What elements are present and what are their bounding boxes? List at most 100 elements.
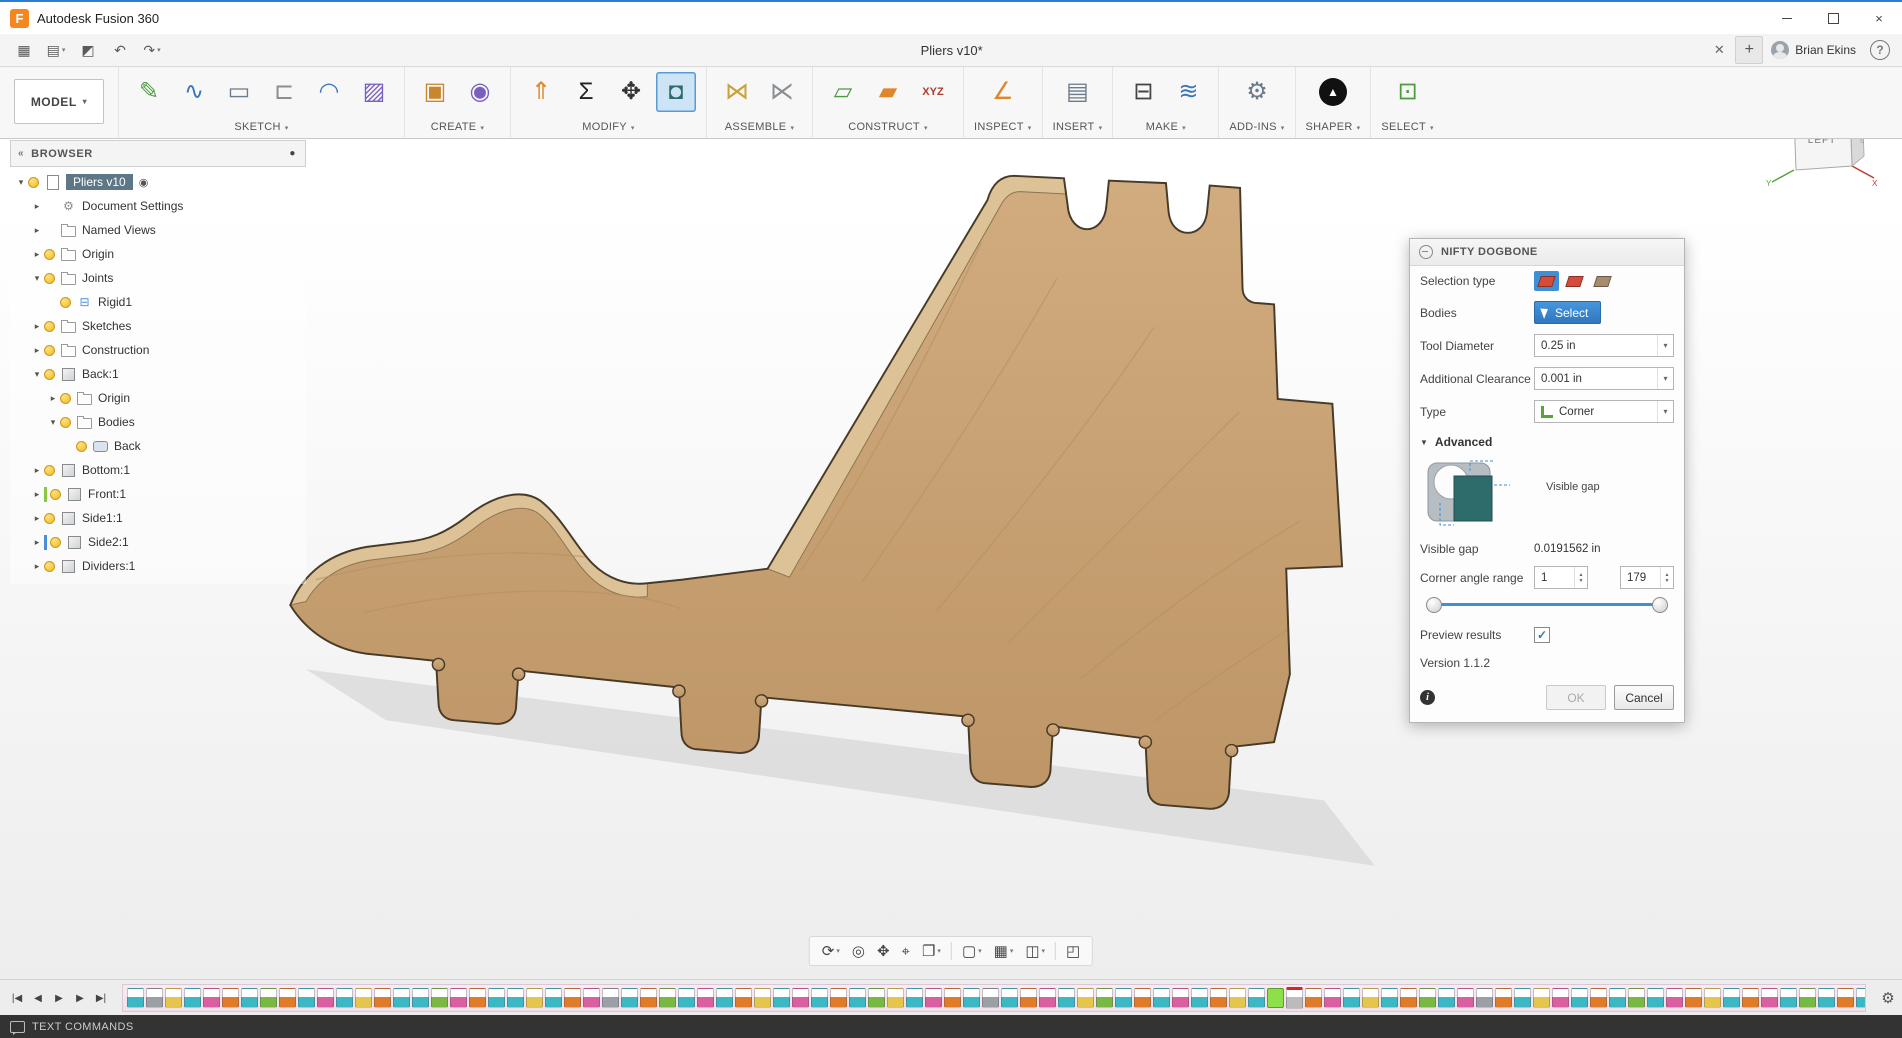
tree-item-origin[interactable]: ▸ Origin — [10, 242, 306, 266]
tree-item-bodies[interactable]: ▾ Bodies — [10, 410, 306, 434]
skip-to-start-button[interactable]: |◀ — [8, 988, 26, 1008]
timeline-feature-icon[interactable] — [1286, 987, 1303, 1009]
tree-item-label[interactable]: Rigid1 — [98, 295, 132, 309]
timeline-settings-gear-icon[interactable]: ⚙ — [1874, 989, 1902, 1007]
tree-expand-arrow-icon[interactable]: ▸ — [46, 393, 60, 404]
selection-type-face-icon[interactable] — [1534, 271, 1559, 291]
timeline-feature-icon[interactable] — [1191, 988, 1208, 1008]
timeline-feature-icon[interactable] — [317, 988, 334, 1008]
tree-expand-arrow-icon[interactable]: ▾ — [14, 177, 28, 188]
slider-handle-max[interactable] — [1652, 597, 1668, 613]
info-icon[interactable]: i — [1420, 690, 1435, 705]
timeline-feature-icon[interactable] — [716, 988, 733, 1008]
tree-expand-arrow-icon[interactable]: ▸ — [30, 537, 44, 548]
timeline-feature-icon[interactable] — [203, 988, 220, 1008]
timeline-feature-icon[interactable] — [1248, 988, 1265, 1008]
tree-expand-arrow-icon[interactable]: ▸ — [30, 249, 44, 260]
tree-item-document-settings[interactable]: ▸ ⚙ Document Settings — [10, 194, 306, 218]
timeline-feature-icon[interactable] — [1324, 988, 1341, 1008]
tree-item-label[interactable]: Joints — [82, 271, 113, 285]
timeline-feature-icon[interactable] — [1153, 988, 1170, 1008]
arc-icon[interactable]: ◠ — [309, 72, 349, 112]
timeline-feature-icon[interactable] — [1115, 988, 1132, 1008]
tree-item-label[interactable]: Construction — [82, 343, 149, 357]
timeline-feature-icon[interactable] — [1533, 988, 1550, 1008]
timeline-feature-icon[interactable] — [735, 988, 752, 1008]
timeline-feature-icon[interactable] — [1818, 988, 1835, 1008]
press-pull-icon[interactable]: ⇑ — [521, 72, 561, 112]
timeline-feature-icon[interactable] — [982, 988, 999, 1008]
timeline-feature-icon[interactable] — [1001, 988, 1018, 1008]
timeline-feature-icon[interactable] — [1267, 988, 1284, 1008]
cam-icon[interactable]: ≋ — [1168, 72, 1208, 112]
play-button[interactable]: ▶ — [50, 988, 68, 1008]
timeline-feature-icon[interactable] — [1666, 988, 1683, 1008]
timeline-feature-icon[interactable] — [1343, 988, 1360, 1008]
type-dropdown-icon[interactable] — [1657, 401, 1673, 422]
timeline-feature-icon[interactable] — [1571, 988, 1588, 1008]
change-parameters-icon[interactable]: Σ — [566, 72, 606, 112]
visibility-bulb-icon[interactable] — [44, 272, 55, 284]
browser-header[interactable]: « BROWSER ● — [10, 140, 306, 167]
timeline-feature-icon[interactable] — [241, 988, 258, 1008]
timeline-feature-icon[interactable] — [792, 988, 809, 1008]
timeline-feature-icon[interactable] — [1590, 988, 1607, 1008]
bodies-select-button[interactable]: Select — [1534, 301, 1602, 324]
visibility-bulb-icon[interactable] — [60, 392, 71, 404]
timeline-feature-icon[interactable] — [621, 988, 638, 1008]
activate-component-radio[interactable]: ◉ — [139, 176, 149, 189]
visibility-bulb-icon[interactable] — [50, 536, 61, 548]
timeline-feature-icon[interactable] — [165, 988, 182, 1008]
ribbon-group-label[interactable]: CREATE — [415, 121, 500, 134]
offset-sketch-icon[interactable]: ⊏ — [264, 72, 304, 112]
visibility-bulb-icon[interactable] — [60, 296, 71, 308]
timeline-feature-icon[interactable] — [393, 988, 410, 1008]
visibility-bulb-icon[interactable] — [44, 512, 55, 524]
timeline-feature-icon[interactable] — [545, 988, 562, 1008]
timeline-feature-icon[interactable] — [811, 988, 828, 1008]
tree-item-sketches[interactable]: ▸ Sketches — [10, 314, 306, 338]
timeline-feature-icon[interactable] — [355, 988, 372, 1008]
timeline-feature-icon[interactable] — [298, 988, 315, 1008]
timeline-feature-icon[interactable] — [1438, 988, 1455, 1008]
timeline-feature-icon[interactable] — [1856, 988, 1865, 1008]
tree-expand-arrow-icon[interactable]: ▸ — [30, 561, 44, 572]
select-window-icon[interactable]: ⊡ — [1388, 72, 1428, 112]
create-sketch-icon[interactable]: ✎ — [129, 72, 169, 112]
tree-item-construction[interactable]: ▸ Construction — [10, 338, 306, 362]
skip-to-end-button[interactable]: ▶| — [92, 988, 110, 1008]
slider-handle-min[interactable] — [1426, 597, 1442, 613]
timeline-feature-icon[interactable] — [849, 988, 866, 1008]
visibility-bulb-icon[interactable] — [44, 560, 55, 572]
timeline-feature-icon[interactable] — [602, 988, 619, 1008]
measure-icon[interactable]: ∠ — [983, 72, 1023, 112]
tree-item-label[interactable]: Dividers:1 — [82, 559, 135, 573]
timeline-feature-icon[interactable] — [640, 988, 657, 1008]
corner-angle-slider[interactable] — [1426, 596, 1668, 614]
timeline-feature-icon[interactable] — [906, 988, 923, 1008]
visibility-bulb-icon[interactable] — [44, 344, 55, 356]
timeline-feature-icon[interactable] — [1761, 988, 1778, 1008]
timeline-feature-icon[interactable] — [963, 988, 980, 1008]
ribbon-group-label[interactable]: CONSTRUCT — [823, 121, 953, 134]
ribbon-group-label[interactable]: SHAPER — [1306, 121, 1361, 134]
shaper-utilities-icon[interactable]: ▲ — [1313, 72, 1353, 112]
timeline-feature-icon[interactable] — [1077, 988, 1094, 1008]
tree-item-label[interactable]: Origin — [82, 247, 114, 261]
visibility-bulb-icon[interactable] — [44, 464, 55, 476]
undo-icon[interactable]: ↶ — [106, 38, 134, 62]
tree-item-pliers-v10[interactable]: ▾ Pliers v10 ◉ — [10, 170, 306, 194]
timeline-feature-icon[interactable] — [659, 988, 676, 1008]
construction-axis-icon[interactable]: XYZ — [913, 72, 953, 112]
collapse-browser-icon[interactable]: « — [18, 148, 24, 159]
grid-and-snaps-icon[interactable]: ▦ ▾ — [988, 942, 1020, 960]
timeline-feature-icon[interactable] — [279, 988, 296, 1008]
ribbon-group-label[interactable]: MAKE — [1123, 121, 1208, 134]
timeline-feature-icon[interactable] — [431, 988, 448, 1008]
tree-expand-arrow-icon[interactable]: ▸ — [30, 225, 44, 236]
tree-expand-arrow-icon[interactable]: ▸ — [30, 465, 44, 476]
corner-angle-min-spinner[interactable] — [1574, 567, 1587, 588]
tangent-plane-icon[interactable]: ▰ — [868, 72, 908, 112]
timeline-feature-icon[interactable] — [146, 988, 163, 1008]
look-at-icon[interactable]: ◎ — [846, 942, 871, 960]
